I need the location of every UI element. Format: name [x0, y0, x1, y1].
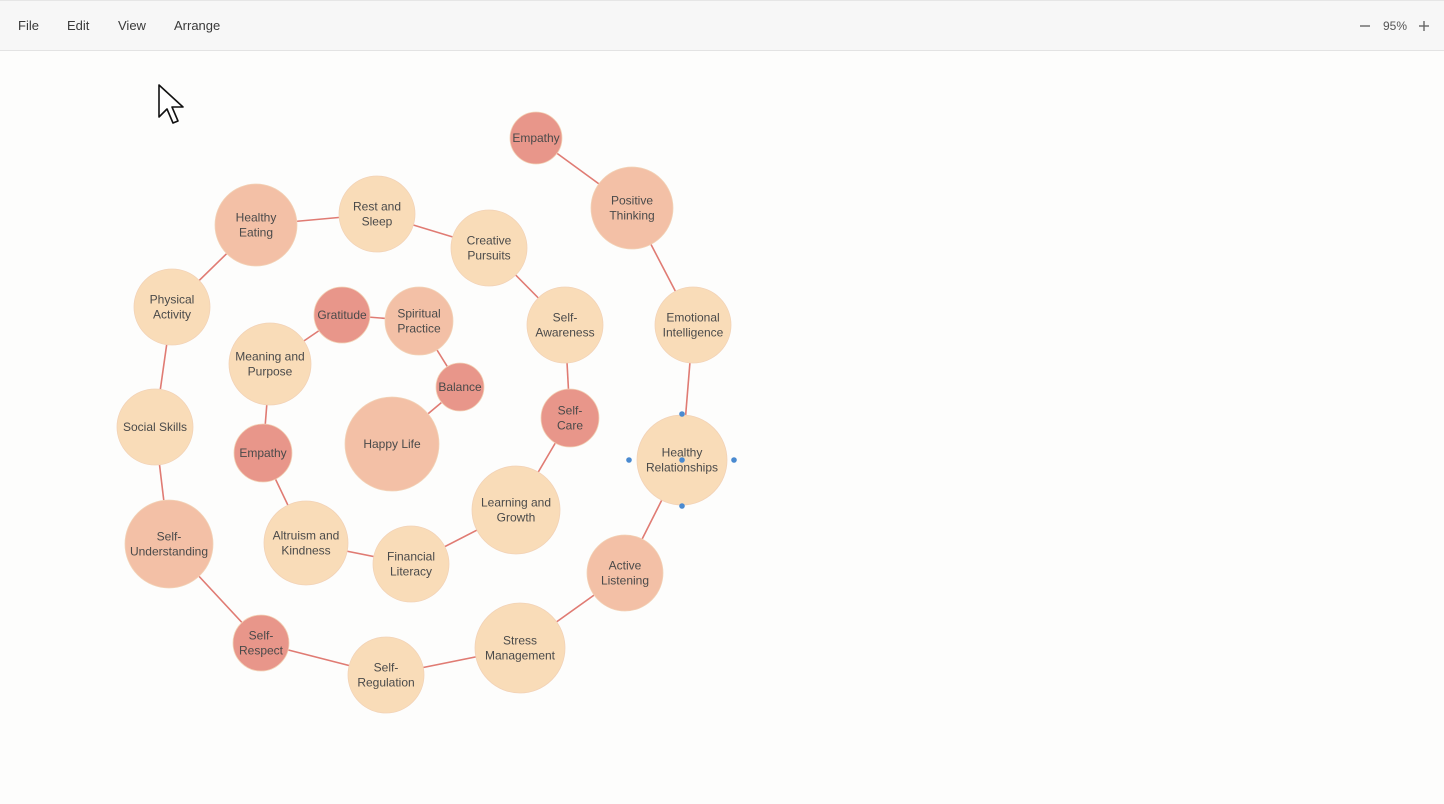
node-label: Listening: [601, 574, 649, 588]
mouse-pointer-icon: [158, 84, 184, 124]
node-self-care[interactable]: Self-Care: [540, 388, 600, 448]
zoom-in-button[interactable]: [1413, 13, 1435, 39]
node-healthy-eating[interactable]: HealthyEating: [214, 183, 298, 267]
node-self-regulation[interactable]: Self-Regulation: [347, 636, 425, 714]
node-label: Balance: [438, 380, 482, 394]
node-label: Management: [485, 649, 556, 663]
menu-view[interactable]: View: [118, 18, 146, 33]
menu-file[interactable]: File: [18, 18, 39, 33]
node-label: Active: [609, 559, 642, 573]
node-label: Self-: [374, 661, 399, 675]
node-altruism-and-kindness[interactable]: Altruism andKindness: [263, 500, 349, 586]
node-label: Empathy: [512, 131, 559, 145]
menu-arrange[interactable]: Arrange: [174, 18, 220, 33]
node-social-skills[interactable]: Social Skills: [116, 388, 194, 466]
node-gratitude[interactable]: Gratitude: [313, 286, 371, 344]
node-label: Self-: [553, 311, 578, 325]
node-creative-pursuits[interactable]: CreativePursuits: [450, 209, 528, 287]
node-balance[interactable]: Balance: [435, 362, 485, 412]
zoom-level: 95%: [1382, 19, 1408, 33]
node-learning-and-growth[interactable]: Learning andGrowth: [471, 465, 561, 555]
node-label: Happy Life: [363, 437, 421, 451]
node-label: Respect: [239, 644, 284, 658]
node-label: Thinking: [609, 209, 654, 223]
node-label: Practice: [397, 322, 441, 336]
node-emotional-intelligence[interactable]: EmotionalIntelligence: [654, 286, 732, 364]
node-label: Healthy: [236, 211, 277, 225]
node-label: Emotional: [666, 311, 719, 325]
node-label: Self-: [249, 629, 274, 643]
node-self-awareness[interactable]: Self-Awareness: [526, 286, 604, 364]
node-label: Creative: [467, 234, 512, 248]
node-label: Positive: [611, 194, 653, 208]
node-label: Eating: [239, 226, 273, 240]
node-label: Care: [557, 419, 583, 433]
node-label: Kindness: [281, 544, 330, 558]
selection-handle-center[interactable]: [679, 457, 685, 463]
node-label: Financial: [387, 550, 435, 564]
node-label: Spiritual: [397, 307, 440, 321]
zoom-out-button[interactable]: [1354, 13, 1376, 39]
node-label: Literacy: [390, 565, 432, 579]
minus-icon: [1360, 25, 1370, 27]
node-label: Learning and: [481, 496, 551, 510]
node-rest-and-sleep[interactable]: Rest andSleep: [338, 175, 416, 253]
node-label: Self-: [157, 530, 182, 544]
node-label: Activity: [153, 308, 191, 322]
diagram-canvas[interactable]: Happy Life Balance Spiritual Practice Gratit…: [0, 51, 1444, 804]
node-stress-management[interactable]: StressManagement: [474, 602, 566, 694]
node-positive-thinking[interactable]: PositiveThinking: [590, 166, 674, 250]
node-label: Rest and: [353, 200, 401, 214]
node-label: Pursuits: [467, 249, 510, 263]
node-physical-activity[interactable]: PhysicalActivity: [133, 268, 211, 346]
node-label: Growth: [497, 511, 536, 525]
selection-handle-top[interactable]: [679, 411, 685, 417]
plus-icon: [1419, 21, 1429, 31]
node-label: Awareness: [535, 326, 594, 340]
selection-handle-left[interactable]: [626, 457, 632, 463]
node-self-understanding[interactable]: Self-Understanding: [124, 499, 214, 589]
node-label: Stress: [503, 634, 537, 648]
node-label: Gratitude: [317, 308, 367, 322]
node-label: Purpose: [248, 365, 293, 379]
node-label: Altruism and: [273, 529, 340, 543]
node-label: Regulation: [357, 676, 414, 690]
menu-edit[interactable]: Edit: [67, 18, 89, 33]
node-label: Self-: [558, 404, 583, 418]
mind-map-diagram[interactable]: Happy Life Balance SpiritualPractice Gratit…: [0, 51, 1444, 804]
node-label: Empathy: [239, 446, 286, 460]
node-label: Sleep: [362, 215, 393, 229]
node-financial-literacy[interactable]: FinancialLiteracy: [372, 525, 450, 603]
menu-bar: File Edit View Arrange 95%: [0, 0, 1444, 51]
node-meaning-and-purpose[interactable]: Meaning andPurpose: [228, 322, 312, 406]
node-happy-life[interactable]: Happy Life: [344, 396, 440, 492]
node-label: Meaning and: [235, 350, 304, 364]
node-self-respect[interactable]: Self-Respect: [232, 614, 290, 672]
node-label: Understanding: [130, 545, 208, 559]
node-label: Physical: [150, 293, 195, 307]
node-empathy-outer[interactable]: Empathy: [509, 111, 563, 165]
node-active-listening[interactable]: ActiveListening: [586, 534, 664, 612]
node-empathy-inner[interactable]: Empathy: [233, 423, 293, 483]
node-spiritual-practice[interactable]: SpiritualPractice: [384, 286, 454, 356]
selection-handle-right[interactable]: [731, 457, 737, 463]
node-label: Intelligence: [663, 326, 724, 340]
selection-handle-bottom[interactable]: [679, 503, 685, 509]
node-label: Social Skills: [123, 420, 187, 434]
